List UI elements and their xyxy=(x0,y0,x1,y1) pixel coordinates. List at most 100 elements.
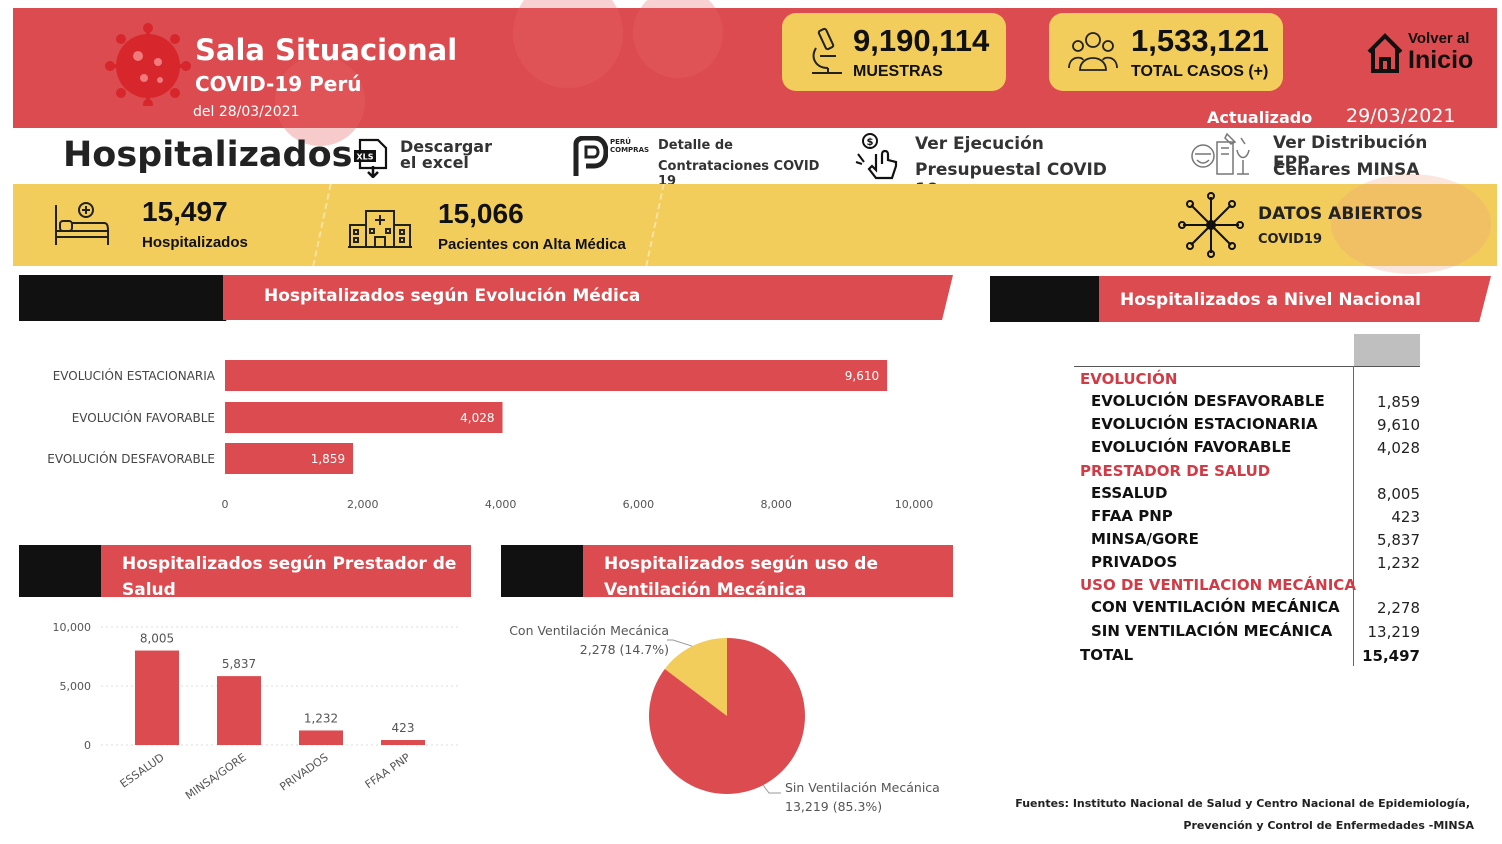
svg-text:$: $ xyxy=(867,137,874,148)
evolucion-x-tick-label: 0 xyxy=(222,498,229,511)
evolucion-x-tick-label: 6,000 xyxy=(623,498,655,511)
table-row-value: 5,837 xyxy=(1377,531,1420,549)
prestador-bar-chart: 0 5,000 10,000 8,005 ESSALUD 5,837 MINSA/GORE 1… xyxy=(53,621,461,802)
table-total-row: TOTAL 15,497 xyxy=(1080,644,1426,667)
table-header-cell xyxy=(1354,334,1420,367)
prestador-value-label: 423 xyxy=(392,721,415,735)
prestador-bar xyxy=(381,740,425,745)
prestador-category-label: MINSA/GORE xyxy=(183,751,249,802)
updated-label: Actualizado xyxy=(1207,108,1313,127)
hospital-building-icon xyxy=(348,210,412,248)
alta-medica-value: 15,066 xyxy=(438,198,524,229)
prestador-value-label: 8,005 xyxy=(140,632,174,646)
table-row-label: EVOLUCIÓN xyxy=(1080,370,1178,388)
peru-compras-logo xyxy=(573,136,608,176)
table-row-value: 8,005 xyxy=(1377,485,1420,503)
prestador-bar xyxy=(217,676,261,745)
kpi-muestras-label: MUESTRAS xyxy=(853,63,943,80)
table-row-label: ESSALUD xyxy=(1091,484,1168,502)
evolucion-x-tick-label: 4,000 xyxy=(485,498,517,511)
contrataciones-line1: Detalle de xyxy=(658,138,733,153)
band-divider xyxy=(645,184,665,266)
hospitalizados-value: 15,497 xyxy=(142,196,228,227)
evolucion-value-label: 4,028 xyxy=(460,411,494,425)
table-row-label: EVOLUCIÓN ESTACIONARIA xyxy=(1091,415,1318,433)
inicio-label: Inicio xyxy=(1408,46,1474,74)
virus-decoration-icon xyxy=(275,56,365,146)
ejecucion-line1: Ver Ejecución xyxy=(915,134,1044,154)
updated-date: 29/03/2021 xyxy=(1346,105,1456,127)
band-divider xyxy=(312,184,332,266)
ejecucion-presupuestal-link[interactable]: $ Ver Ejecución Presupuestal COVID 19 xyxy=(854,132,1126,200)
panel-header-accent xyxy=(19,275,249,321)
excel-line2: el excel xyxy=(400,153,469,172)
table-row: SIN VENTILACIÓN MECÁNICA 13,219 xyxy=(1080,620,1426,643)
kpi-muestras-value: 9,190,114 xyxy=(853,23,990,58)
table-row-label: PRIVADOS xyxy=(1091,553,1178,571)
microscope-icon xyxy=(812,27,842,74)
table-row: CON VENTILACIÓN MECÁNICA 2,278 xyxy=(1080,596,1426,619)
prestador-y-tick-label: 10,000 xyxy=(53,621,92,634)
ventilacion-leader-line xyxy=(762,784,781,794)
table-section-row: PRESTADOR DE SALUD xyxy=(1080,460,1426,483)
datos-abiertos-line2: COVID19 xyxy=(1258,232,1323,247)
table-row-value: 1,232 xyxy=(1377,554,1420,572)
table-row-value: 423 xyxy=(1391,508,1420,526)
ventilacion-leader-line xyxy=(667,639,693,647)
prestador-value-label: 5,837 xyxy=(222,657,256,671)
evolucion-x-tick-label: 10,000 xyxy=(895,498,934,511)
evolucion-category-label: EVOLUCIÓN FAVORABLE xyxy=(72,410,215,425)
prestador-y-tick-label: 0 xyxy=(84,739,91,752)
evolucion-panel-title: Hospitalizados según Evolución Médica xyxy=(223,275,953,320)
prestador-panel-title: Hospitalizados según Prestador de Salud xyxy=(101,545,471,600)
epp-icon xyxy=(1191,132,1250,175)
app-title: Sala Situacional xyxy=(195,33,458,67)
table-row-label: SIN VENTILACIÓN MECÁNICA xyxy=(1091,622,1333,640)
source-line1: Fuentes: Instituto Nacional de Salud y C… xyxy=(1015,797,1470,810)
evolucion-value-label: 1,859 xyxy=(311,452,345,466)
table-header-rule xyxy=(1074,366,1420,367)
datos-abiertos-line1: DATOS ABIERTOS xyxy=(1258,204,1423,224)
table-row: MINSA/GORE 5,837 xyxy=(1080,528,1426,551)
evolucion-x-tick-label: 8,000 xyxy=(760,498,792,511)
hospitalizados-label: Hospitalizados xyxy=(142,234,248,251)
table-section-row: USO DE VENTILACION MECÁNICA xyxy=(1080,574,1426,597)
prestador-category-label: ESSALUD xyxy=(118,751,167,791)
prestador-bar xyxy=(135,650,179,745)
prestador-y-tick-label: 5,000 xyxy=(60,680,92,693)
descargar-excel-link[interactable]: XLS Descargar el excel xyxy=(352,136,492,180)
peru-compras-text: PERÚ COMPRAS xyxy=(610,138,650,154)
table-row-label: CON VENTILACIÓN MECÁNICA xyxy=(1091,598,1340,616)
table-row: EVOLUCIÓN ESTACIONARIA 9,610 xyxy=(1080,413,1426,436)
ventilacion-slice-value: 2,278 (14.7%) xyxy=(580,642,669,657)
table-row-label: USO DE VENTILACION MECÁNICA xyxy=(1080,576,1356,594)
table-row-value: 13,219 xyxy=(1367,623,1421,641)
evolucion-bar-chart: EVOLUCIÓN ESTACIONARIA 9,610 EVOLUCIÓN FAV… xyxy=(47,360,934,511)
datos-abiertos-link[interactable]: DATOS ABIERTOS COVID19 xyxy=(1178,192,1428,260)
alta-medica-label: Pacientes con Alta Médica xyxy=(438,236,626,253)
page-title: Hospitalizados xyxy=(63,135,353,175)
prestador-category-label: PRIVADOS xyxy=(277,751,330,794)
contrataciones-link[interactable]: PERÚ COMPRAS Detalle de Contrataciones C… xyxy=(572,134,834,189)
table-section-row: EVOLUCIÓN xyxy=(1080,368,1426,391)
xls-badge-text: XLS xyxy=(356,153,373,162)
network-hub-icon xyxy=(1178,192,1244,258)
table-row: EVOLUCIÓN DESFAVORABLE 1,859 xyxy=(1080,390,1426,413)
evolucion-category-label: EVOLUCIÓN ESTACIONARIA xyxy=(53,368,216,383)
app-subtitle: COVID-19 Perú xyxy=(195,72,362,96)
people-icon xyxy=(1068,32,1118,71)
hospital-bed-icon xyxy=(55,202,109,245)
virus-decoration-icon xyxy=(633,0,723,78)
volver-label: Volver al xyxy=(1408,30,1470,47)
source-line2: Prevención y Control de Enfermedades -MI… xyxy=(1183,819,1474,832)
table-row-value: 4,028 xyxy=(1377,439,1420,457)
evolucion-bar xyxy=(225,360,888,391)
prestador-category-label: FFAA PNP xyxy=(363,751,413,792)
volver-inicio-button[interactable]: Volver al Inicio xyxy=(1364,28,1482,80)
prestador-value-label: 1,232 xyxy=(304,711,338,725)
table-row-label: TOTAL xyxy=(1080,646,1134,664)
kpi-casos-label: TOTAL CASOS (+) xyxy=(1131,63,1269,80)
prestador-bar xyxy=(299,730,343,745)
table-row-value: 9,610 xyxy=(1377,416,1420,434)
evolucion-value-label: 9,610 xyxy=(845,369,879,383)
